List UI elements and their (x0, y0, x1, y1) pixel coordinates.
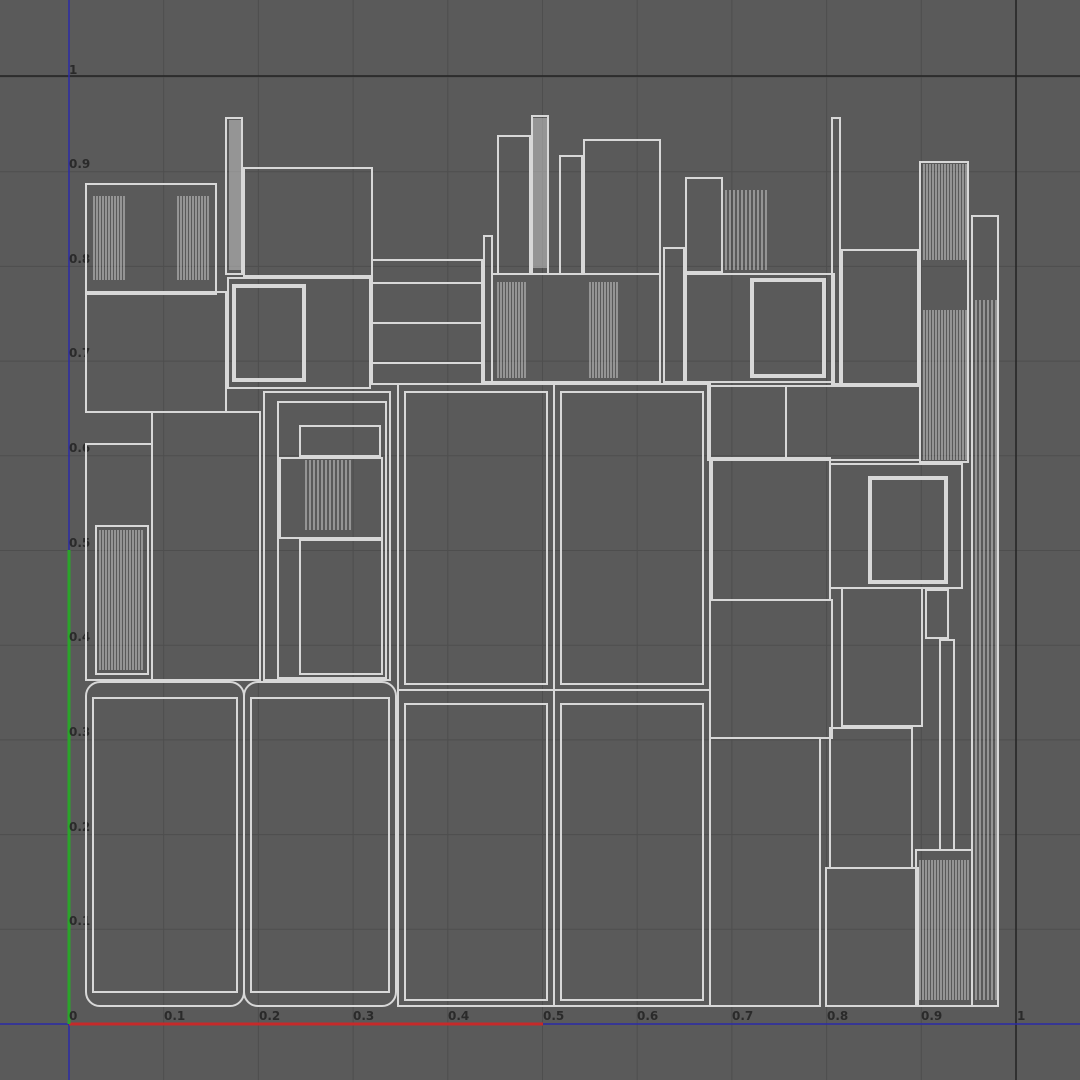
u-tick-label: 0.9 (921, 1009, 942, 1023)
v-tick-label: 0.2 (69, 820, 90, 834)
u-tick-label: 0.6 (637, 1009, 658, 1023)
v-tick-label: 0.9 (69, 157, 90, 171)
uv-editor-canvas[interactable]: 0 0.1 0.2 0.3 0.4 0.5 0.6 0.7 0.8 0.9 1 … (0, 0, 1080, 1080)
u-tick-label: 0.4 (448, 1009, 469, 1023)
v-tick-label: 0.5 (69, 536, 90, 550)
u-tick-label: 0 (69, 1009, 77, 1023)
u-tick-label: 0.5 (543, 1009, 564, 1023)
u-tick-label: 1 (1017, 1009, 1025, 1023)
v-tick-label: 1 (69, 63, 77, 77)
v-tick-label: 0.8 (69, 252, 90, 266)
u-tick-label: 0.7 (732, 1009, 753, 1023)
v-tick-label: 0.3 (69, 725, 90, 739)
v-tick-label: 0.1 (69, 914, 90, 928)
u-tick-label: 0.2 (259, 1009, 280, 1023)
u-tick-label: 0.8 (827, 1009, 848, 1023)
u-tick-label: 0.3 (353, 1009, 374, 1023)
v-tick-label: 0.7 (69, 346, 90, 360)
v-tick-label: 0.4 (69, 630, 90, 644)
u-tick-label: 0.1 (164, 1009, 185, 1023)
